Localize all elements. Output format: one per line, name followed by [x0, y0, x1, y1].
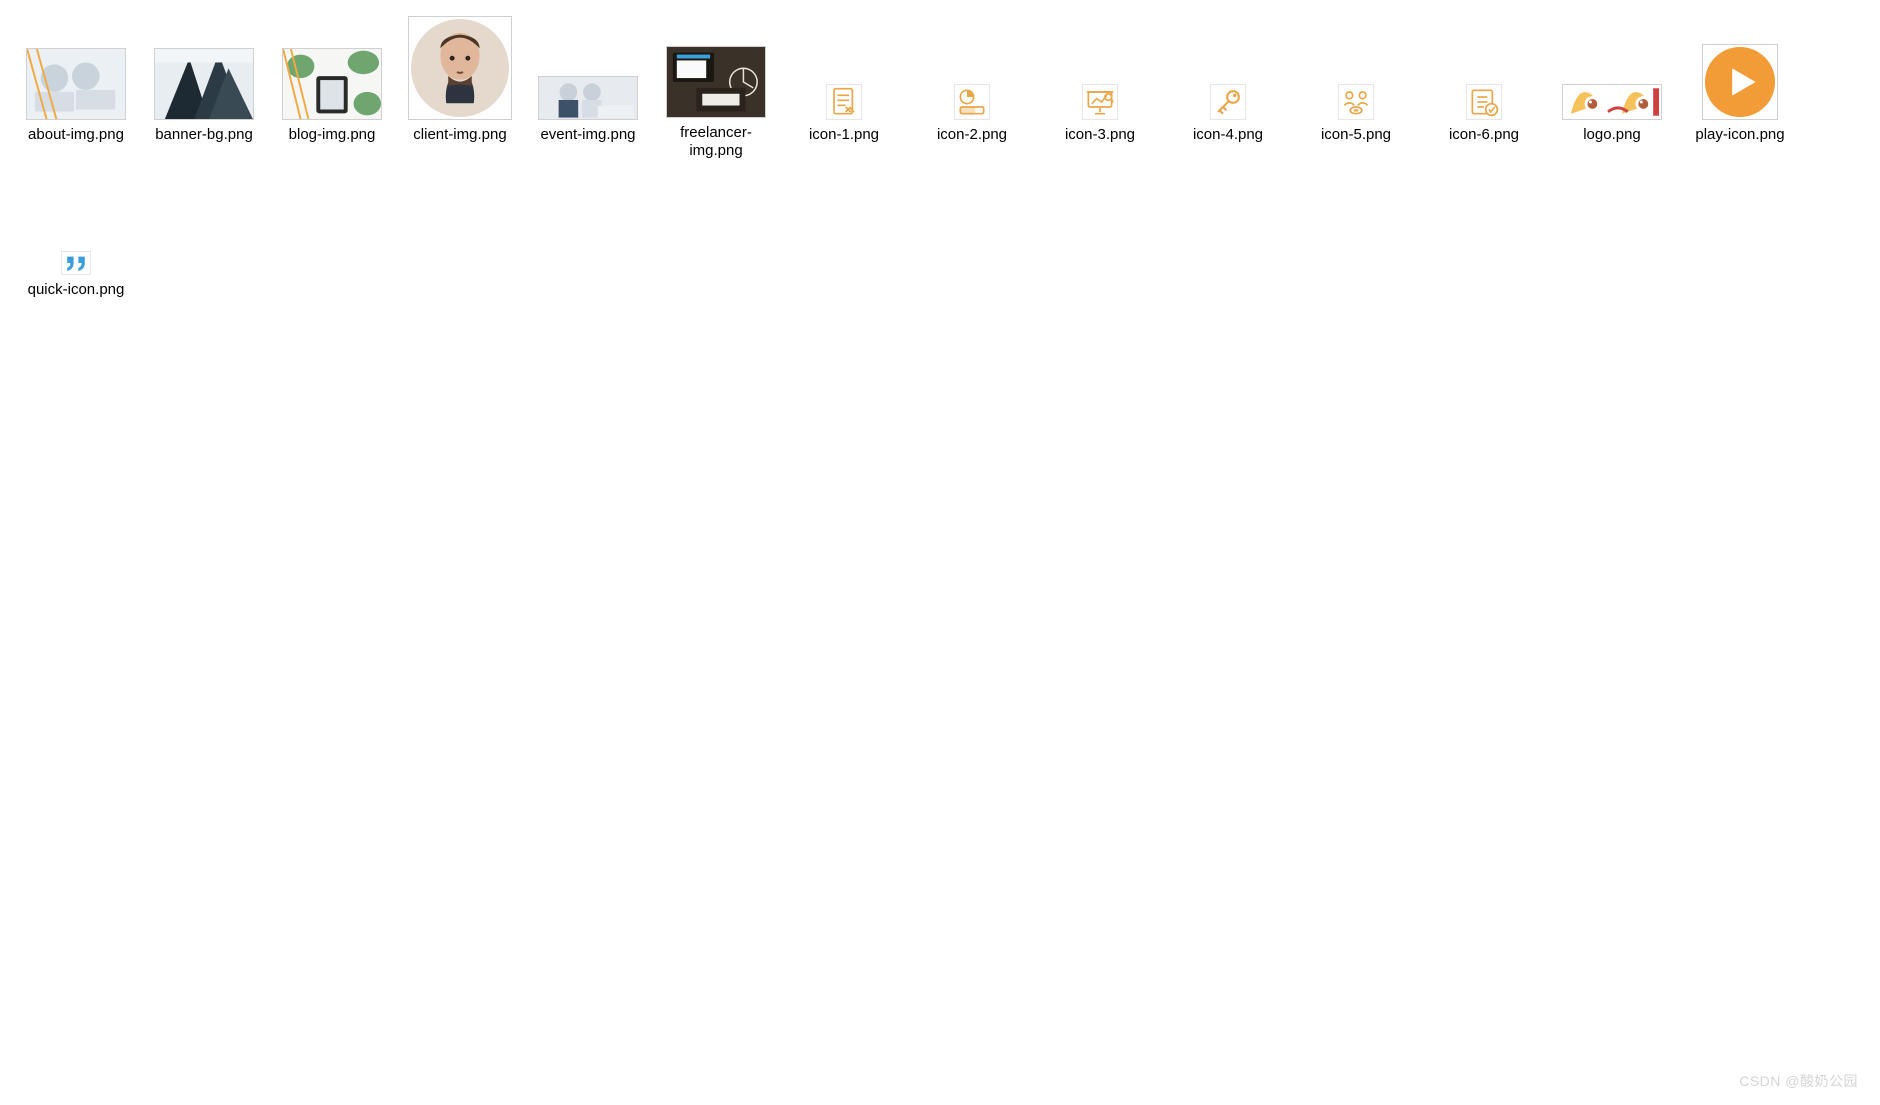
file-label: freelancer-img.png [656, 124, 776, 162]
file-item[interactable]: icon-1.png [780, 10, 908, 165]
file-thumbnail-area [917, 14, 1027, 124]
event-thumbnail-icon [538, 76, 638, 120]
file-thumbnail-area [661, 14, 771, 122]
file-item[interactable]: client-img.png [396, 10, 524, 165]
file-thumbnail-area [533, 14, 643, 124]
file-item[interactable]: about-img.png [12, 10, 140, 165]
icon-chart-thumbnail-icon [954, 84, 990, 120]
file-item[interactable]: icon-2.png [908, 10, 1036, 165]
file-thumbnail-area [1429, 14, 1539, 124]
file-item[interactable]: blog-img.png [268, 10, 396, 165]
file-item[interactable]: banner-bg.png [140, 10, 268, 165]
file-label: client-img.png [413, 126, 506, 145]
file-item[interactable]: icon-3.png [1036, 10, 1164, 165]
quote-thumbnail-icon [61, 251, 91, 275]
banner-thumbnail-icon [154, 48, 254, 120]
file-label: about-img.png [28, 126, 124, 145]
watermark-text: CSDN @酸奶公园 [1739, 1071, 1858, 1091]
freelancer-thumbnail-icon [666, 46, 766, 118]
file-item[interactable]: icon-6.png [1420, 10, 1548, 165]
file-thumbnail-area [1173, 14, 1283, 124]
file-label: banner-bg.png [155, 126, 253, 145]
file-item[interactable]: play-icon.png [1676, 10, 1804, 165]
file-thumbnail-area [277, 14, 387, 124]
file-thumbnail-area [21, 169, 131, 279]
play-thumbnail-icon [1702, 44, 1778, 120]
icon-check-thumbnail-icon [1466, 84, 1502, 120]
file-thumbnail-area [789, 14, 899, 124]
file-label: play-icon.png [1695, 126, 1784, 145]
file-label: blog-img.png [289, 126, 376, 145]
blog-thumbnail-icon [282, 48, 382, 120]
icon-key-thumbnail-icon [1210, 84, 1246, 120]
file-thumbnail-area [1045, 14, 1155, 124]
file-thumbnail-area [21, 14, 131, 124]
file-label: event-img.png [540, 126, 635, 145]
file-item[interactable]: icon-5.png [1292, 10, 1420, 165]
file-label: icon-5.png [1321, 126, 1391, 145]
logo-thumbnail-icon [1562, 84, 1662, 120]
file-item[interactable]: icon-4.png [1164, 10, 1292, 165]
file-label: logo.png [1583, 126, 1641, 145]
file-item[interactable]: logo.png [1548, 10, 1676, 165]
file-label: icon-1.png [809, 126, 879, 145]
file-label: quick-icon.png [28, 281, 125, 300]
file-thumbnail-area [149, 14, 259, 124]
icon-people-thumbnail-icon [1338, 84, 1374, 120]
about-thumbnail-icon [26, 48, 126, 120]
file-thumbnail-area [1685, 14, 1795, 124]
file-label: icon-4.png [1193, 126, 1263, 145]
file-item[interactable]: event-img.png [524, 10, 652, 165]
file-label: icon-2.png [937, 126, 1007, 145]
file-thumbnail-area [405, 14, 515, 124]
file-label: icon-6.png [1449, 126, 1519, 145]
client-thumbnail-icon [408, 16, 512, 120]
file-thumbnail-area [1301, 14, 1411, 124]
icon-present-thumbnail-icon [1082, 84, 1118, 120]
file-label: icon-3.png [1065, 126, 1135, 145]
file-item[interactable]: quick-icon.png [12, 165, 140, 320]
icon-doc-thumbnail-icon [826, 84, 862, 120]
file-item[interactable]: freelancer-img.png [652, 10, 780, 165]
file-grid: about-img.png banner-bg.png blog-img.png cl… [0, 0, 1880, 330]
file-thumbnail-area [1557, 14, 1667, 124]
